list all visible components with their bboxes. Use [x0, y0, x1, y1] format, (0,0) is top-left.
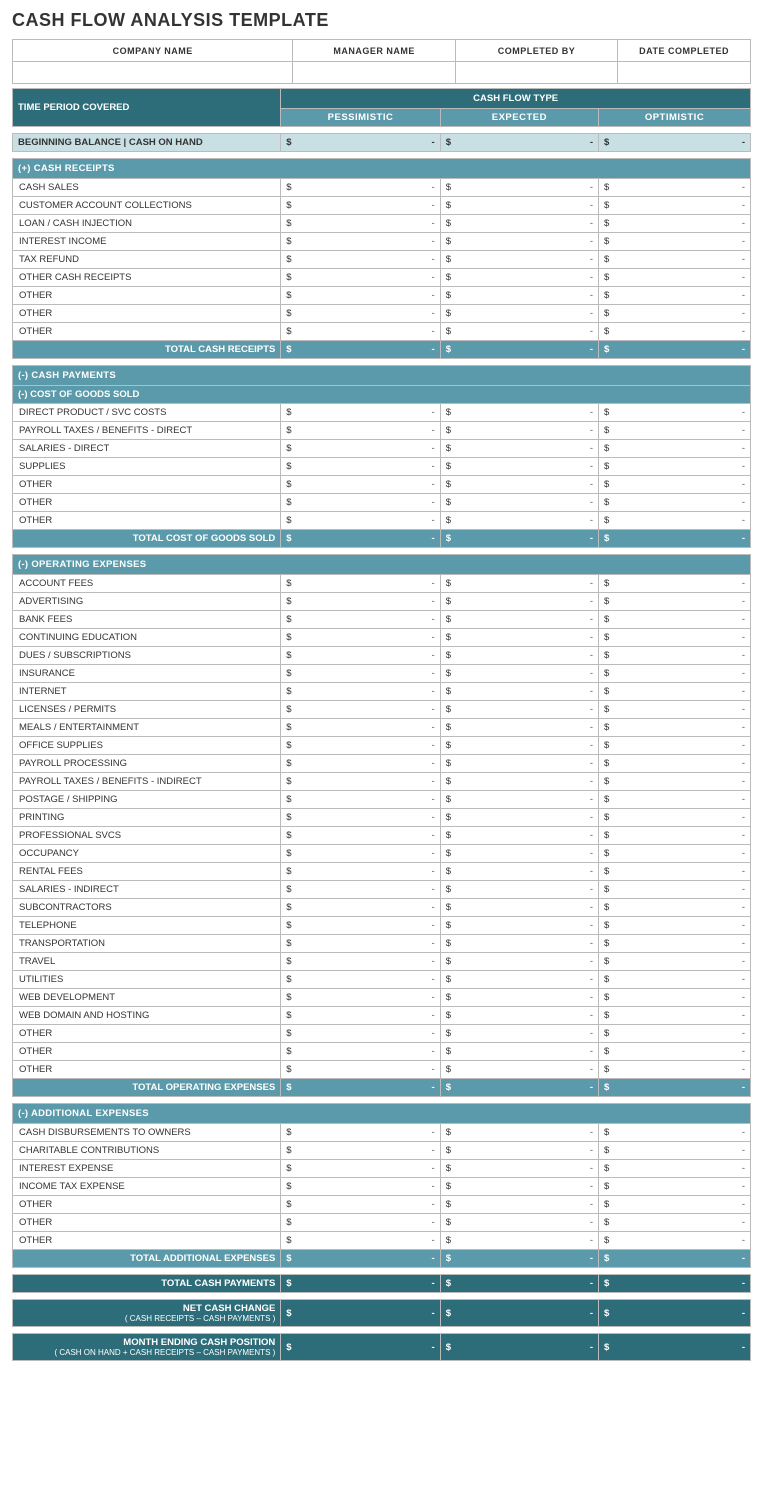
table-row: OTHER $ - $ - $ - [13, 287, 751, 305]
date-completed-input[interactable] [618, 62, 751, 84]
total-operating-expenses-label: TOTAL OPERATING EXPENSES [13, 1079, 281, 1097]
table-row: OTHER $ - $ - $ - [13, 1025, 751, 1043]
table-row: CASH SALES $ - $ - $ - [13, 179, 751, 197]
manager-name-header: MANAGER NAME [293, 40, 455, 62]
table-row: CHARITABLE CONTRIBUTIONS $ - $ - $ - [13, 1142, 751, 1160]
table-row: INTEREST INCOME $ - $ - $ - [13, 233, 751, 251]
total-additional-expenses-label: TOTAL ADDITIONAL EXPENSES [13, 1250, 281, 1268]
month-ending-label: MONTH ENDING CASH POSITION ( CASH ON HAN… [13, 1334, 281, 1361]
table-row: OTHER $ - $ - $ - [13, 305, 751, 323]
table-row: OTHER $ - $ - $ - [13, 1232, 751, 1250]
table-row: PAYROLL TAXES / BENEFITS - DIRECT $ - $ … [13, 422, 751, 440]
table-row: OTHER $ - $ - $ - [13, 323, 751, 341]
cash-payments-header: (-) CASH PAYMENTS [13, 366, 751, 386]
table-row: MEALS / ENTERTAINMENT $ - $ - $ - [13, 719, 751, 737]
table-row: SALARIES - DIRECT $ - $ - $ - [13, 440, 751, 458]
additional-expenses-header: (-) ADDITIONAL EXPENSES [13, 1104, 751, 1124]
page-title: CASH FLOW ANALYSIS TEMPLATE [12, 10, 751, 31]
table-row: OTHER $ - $ - $ - [13, 1061, 751, 1079]
table-row: TRANSPORTATION $ - $ - $ - [13, 935, 751, 953]
manager-name-input[interactable] [293, 62, 455, 84]
table-row: POSTAGE / SHIPPING $ - $ - $ - [13, 791, 751, 809]
item-cash-sales: CASH SALES [13, 179, 281, 197]
total-cost-goods-label: TOTAL COST OF GOODS SOLD [13, 530, 281, 548]
table-row: OTHER $ - $ - $ - [13, 494, 751, 512]
time-period-label: TIME PERIOD COVERED [13, 89, 281, 127]
table-row: UTILITIES $ - $ - $ - [13, 971, 751, 989]
table-row: SUPPLIES $ - $ - $ - [13, 458, 751, 476]
table-row: LICENSES / PERMITS $ - $ - $ - [13, 701, 751, 719]
table-row: CUSTOMER ACCOUNT COLLECTIONS $ - $ - $ - [13, 197, 751, 215]
table-row: INCOME TAX EXPENSE $ - $ - $ - [13, 1178, 751, 1196]
table-row: DUES / SUBSCRIPTIONS $ - $ - $ - [13, 647, 751, 665]
table-row: SUBCONTRACTORS $ - $ - $ - [13, 899, 751, 917]
table-row: OTHER $ - $ - $ - [13, 1214, 751, 1232]
net-cash-change-label: NET CASH CHANGE ( CASH RECEIPTS – CASH P… [13, 1300, 281, 1327]
date-completed-header: DATE COMPLETED [618, 40, 751, 62]
table-row: ADVERTISING $ - $ - $ - [13, 593, 751, 611]
table-row: ACCOUNT FEES $ - $ - $ - [13, 575, 751, 593]
table-row: WEB DEVELOPMENT $ - $ - $ - [13, 989, 751, 1007]
completed-by-header: COMPLETED BY [455, 40, 617, 62]
table-row: CONTINUING EDUCATION $ - $ - $ - [13, 629, 751, 647]
optimistic-header: OPTIMISTIC [599, 109, 751, 127]
table-row: BANK FEES $ - $ - $ - [13, 611, 751, 629]
table-row: CASH DISBURSEMENTS TO OWNERS $ - $ - $ - [13, 1124, 751, 1142]
bb-dollar-e: $ [440, 134, 458, 152]
table-row: OCCUPANCY $ - $ - $ - [13, 845, 751, 863]
table-row: INTERNET $ - $ - $ - [13, 683, 751, 701]
total-cash-payments-label: TOTAL CASH PAYMENTS [13, 1275, 281, 1293]
bb-val-p[interactable]: - [299, 134, 440, 152]
expected-header: EXPECTED [440, 109, 598, 127]
cashflow-type-label: CASH FLOW TYPE [281, 89, 751, 109]
pessimistic-header: PESSIMISTIC [281, 109, 440, 127]
table-row: RENTAL FEES $ - $ - $ - [13, 863, 751, 881]
bb-val-o[interactable]: - [616, 134, 750, 152]
total-cash-receipts-label: TOTAL CASH RECEIPTS [13, 341, 281, 359]
bb-dollar-o: $ [599, 134, 617, 152]
table-row: PAYROLL TAXES / BENEFITS - INDIRECT $ - … [13, 773, 751, 791]
table-row: DIRECT PRODUCT / SVC COSTS $ - $ - $ - [13, 404, 751, 422]
table-row: OTHER $ - $ - $ - [13, 512, 751, 530]
completed-by-input[interactable] [455, 62, 617, 84]
company-name-header: COMPANY NAME [13, 40, 293, 62]
company-name-input[interactable] [13, 62, 293, 84]
table-row: PROFESSIONAL SVCS $ - $ - $ - [13, 827, 751, 845]
table-row: PRINTING $ - $ - $ - [13, 809, 751, 827]
cash-receipts-section-header: (+) CASH RECEIPTS [13, 159, 751, 179]
table-row: OTHER $ - $ - $ - [13, 1043, 751, 1061]
table-row: PAYROLL PROCESSING $ - $ - $ - [13, 755, 751, 773]
table-row: WEB DOMAIN AND HOSTING $ - $ - $ - [13, 1007, 751, 1025]
table-row: INTEREST EXPENSE $ - $ - $ - [13, 1160, 751, 1178]
table-row: TRAVEL $ - $ - $ - [13, 953, 751, 971]
table-row: OTHER CASH RECEIPTS $ - $ - $ - [13, 269, 751, 287]
cost-of-goods-header: (-) COST OF GOODS SOLD [13, 386, 751, 404]
table-row: OTHER $ - $ - $ - [13, 1196, 751, 1214]
table-row: INSURANCE $ - $ - $ - [13, 665, 751, 683]
table-row: TELEPHONE $ - $ - $ - [13, 917, 751, 935]
bb-val-e[interactable]: - [458, 134, 599, 152]
table-row: TAX REFUND $ - $ - $ - [13, 251, 751, 269]
operating-expenses-header: (-) OPERATING EXPENSES [13, 555, 751, 575]
table-row: LOAN / CASH INJECTION $ - $ - $ - [13, 215, 751, 233]
table-row: SALARIES - INDIRECT $ - $ - $ - [13, 881, 751, 899]
beginning-balance-label: BEGINNING BALANCE | CASH ON HAND [13, 134, 281, 152]
table-row: OTHER $ - $ - $ - [13, 476, 751, 494]
table-row: OFFICE SUPPLIES $ - $ - $ - [13, 737, 751, 755]
bb-dollar-p: $ [281, 134, 299, 152]
